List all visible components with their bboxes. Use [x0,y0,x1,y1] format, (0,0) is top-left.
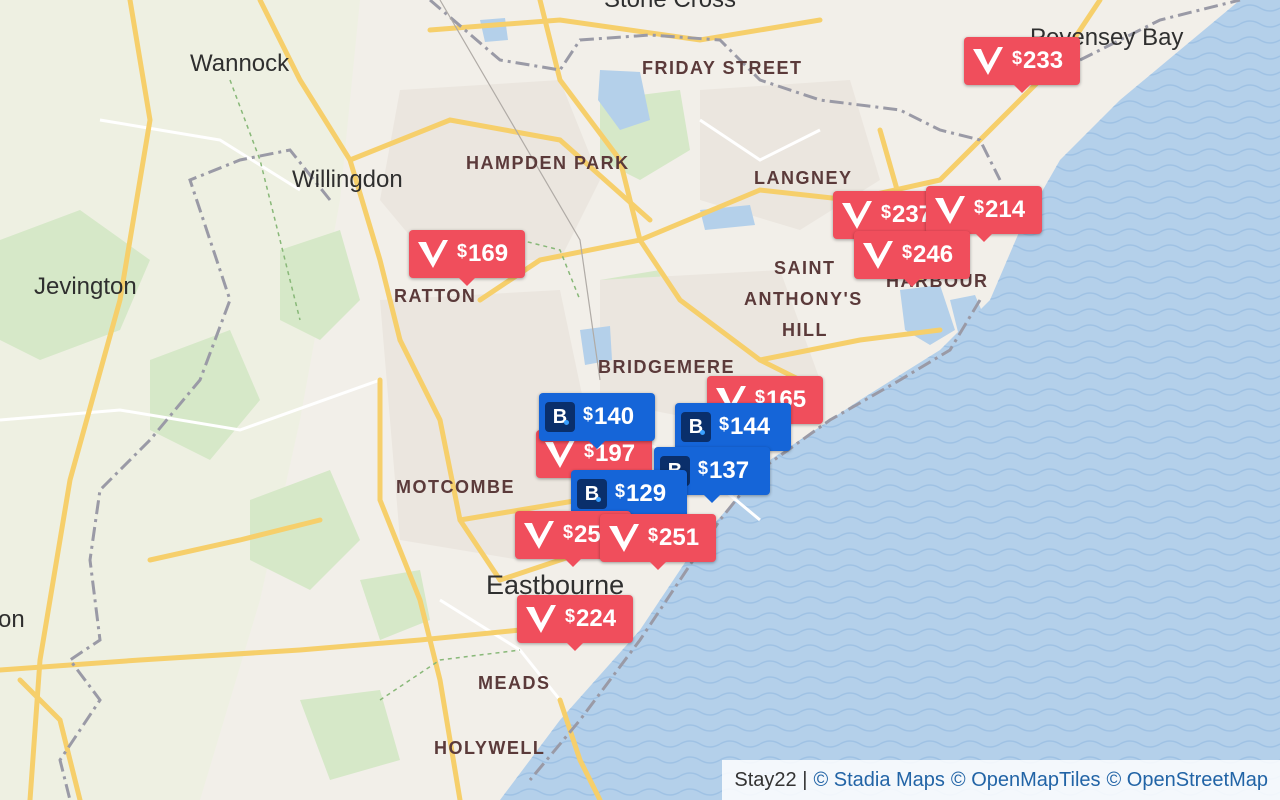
place-label-wannock: Wannock [190,50,290,77]
place-label-willingdon: Willingdon [292,166,403,193]
price-marker-booking[interactable]: B $144 [675,403,791,459]
price-currency: $ [565,605,576,626]
place-label-meads: MEADS [478,673,551,693]
price-currency: $ [648,524,659,545]
booking-logo-icon: B [545,402,575,432]
price-value: 140 [594,403,635,430]
price-value: 144 [730,413,771,440]
price-currency: $ [583,403,594,424]
vrbo-logo-icon [609,524,639,552]
place-label-holywell: HOLYWELL [434,738,546,758]
place-label-stone-cross: Stone Cross [604,0,736,14]
attribution-link-openmaptiles[interactable]: © OpenMapTiles [951,769,1101,792]
place-label-langney: LANGNEY [754,168,853,188]
price-currency: $ [974,196,985,217]
price-currency: $ [719,413,730,434]
vrbo-logo-icon [524,521,554,549]
price-marker-vrbo[interactable]: $233 [964,37,1080,93]
price-marker-vrbo[interactable]: $214 [926,186,1042,242]
price-value: 233 [1023,47,1064,74]
price-value: 246 [913,241,954,268]
price-currency: $ [1012,47,1023,68]
price-currency: $ [615,480,626,501]
attribution-link-openstreetmap[interactable]: © OpenStreetMap [1107,769,1268,792]
place-label-hampden-park: HAMPDEN PARK [466,153,630,173]
price-value: 169 [468,240,509,267]
place-label-hill: HILL [782,320,828,340]
price-marker-vrbo[interactable]: $251 [600,514,716,570]
price-value: 251 [659,524,700,551]
price-currency: $ [698,457,709,478]
vrbo-logo-icon [842,201,872,229]
vrbo-logo-icon [418,240,448,268]
place-label-on: on [0,606,25,633]
vrbo-logo-icon [863,241,893,269]
place-label-bridgemere: BRIDGEMERE [598,357,736,377]
vrbo-logo-icon [526,605,556,633]
price-currency: $ [563,521,574,542]
place-label-motcombe: MOTCOMBE [396,477,515,497]
price-marker-vrbo[interactable]: $246 [854,231,970,287]
attribution-link-stadia[interactable]: © Stadia Maps [813,769,944,792]
price-value: 214 [985,196,1026,223]
place-label-ratton: RATTON [394,286,477,306]
vrbo-logo-icon [545,440,575,468]
place-label-jevington: Jevington [34,273,137,300]
price-currency: $ [881,201,892,222]
place-label-saint: SAINT [774,258,836,278]
price-currency: $ [902,241,913,262]
price-marker-vrbo[interactable]: $169 [409,230,525,286]
vrbo-logo-icon [935,196,965,224]
price-value: 129 [626,480,667,507]
price-marker-vrbo[interactable]: $224 [517,595,633,651]
map-attribution: Stay22 | © Stadia Maps © OpenMapTiles © … [722,760,1280,800]
attribution-prefix: Stay22 | [734,768,808,791]
place-label-friday-street: FRIDAY STREET [642,58,803,78]
booking-logo-icon: B [681,412,711,442]
vrbo-logo-icon [973,47,1003,75]
booking-logo-icon: B [577,479,607,509]
place-label-anthonys: ANTHONY'S [744,289,863,309]
price-currency: $ [457,240,468,261]
price-value: 224 [576,605,617,632]
price-value: 137 [709,457,750,484]
price-marker-booking[interactable]: B $140 [539,393,655,449]
